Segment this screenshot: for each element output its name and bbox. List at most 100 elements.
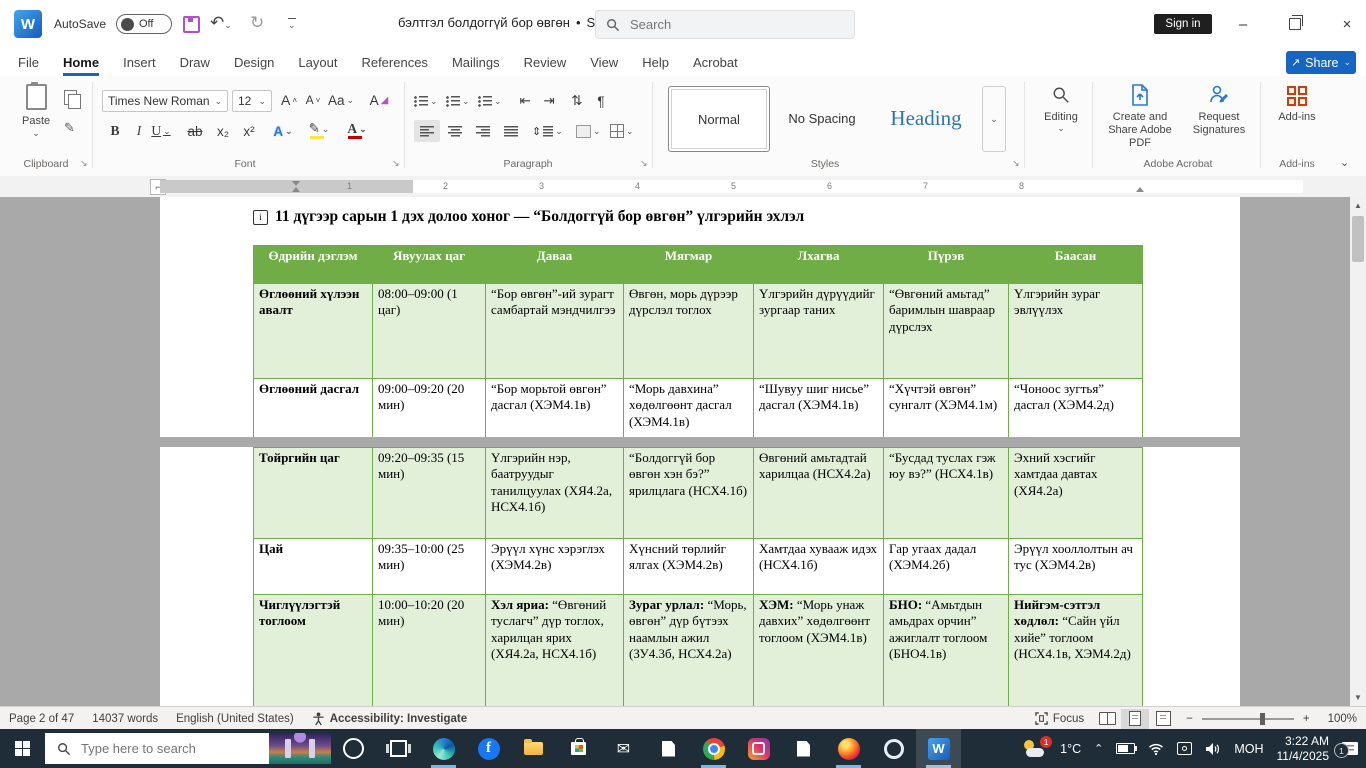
column-header[interactable]: Мягмар	[623, 245, 754, 284]
table-cell[interactable]: 08:00–09:00 (1 цаг)	[372, 283, 486, 379]
table-cell[interactable]: Эрүүл хооллолтын ач тус (ХЭМ4.2в)	[1008, 538, 1143, 595]
tray-expand-icon[interactable]: ⌃	[1094, 742, 1103, 755]
tab-file[interactable]: File	[18, 48, 39, 76]
document-heading[interactable]: i 11 дүгээр сарын 1 дэх долоо хоног — “Б…	[253, 208, 804, 226]
table-cell[interactable]: “Бусдад туслах гэж юу вэ?” (НСХ4.1в)	[883, 447, 1009, 539]
multilevel-list-button[interactable]: ⌄	[478, 90, 502, 112]
superscript-button[interactable]: x²	[238, 120, 260, 142]
word-count[interactable]: 14037 words	[83, 707, 167, 730]
temperature-label[interactable]: 1°C	[1060, 742, 1081, 756]
table-cell[interactable]: 09:20–09:35 (15 мин)	[372, 447, 486, 539]
table-cell[interactable]: Өглөөний дасгал	[253, 378, 373, 437]
font-family-select[interactable]: Times New Roman ⌄	[102, 90, 228, 112]
request-signatures-button[interactable]: Request Signatures	[1182, 84, 1256, 137]
language-indicator[interactable]: English (United States)	[167, 707, 303, 730]
table-cell[interactable]: 09:35–10:00 (25 мин)	[372, 538, 486, 595]
text-effects-button[interactable]: A ⌄	[272, 120, 294, 142]
sort-button[interactable]: ⇅	[566, 90, 588, 112]
font-dialog-launcher-icon[interactable]: ↘	[392, 158, 400, 169]
format-painter-button[interactable]: ✎	[64, 120, 75, 136]
search-input[interactable]	[628, 16, 832, 33]
first-line-indent-marker[interactable]	[292, 181, 300, 186]
search-bar[interactable]	[595, 10, 855, 39]
read-mode-button[interactable]	[1093, 709, 1121, 729]
tab-insert[interactable]: Insert	[123, 48, 156, 76]
clipboard-dialog-launcher-icon[interactable]: ↘	[80, 158, 88, 169]
increase-indent-button[interactable]: ⇥	[538, 90, 560, 112]
taskbar-mail[interactable]: ✉	[601, 729, 646, 768]
italic-button[interactable]: I	[128, 120, 150, 142]
scroll-up-icon[interactable]: ▲	[1354, 201, 1362, 210]
schedule-table-part1[interactable]: Өдрийн дэглэм Явуулах цаг Даваа Мягмар Л…	[253, 245, 1143, 437]
table-cell[interactable]: “Шувуу шиг нисье” дасгал (ХЭМ4.1в)	[753, 378, 884, 437]
bullets-button[interactable]: ⌄	[414, 90, 438, 112]
taskbar-chrome[interactable]	[691, 729, 736, 768]
table-cell[interactable]: Тойргийн цаг	[253, 447, 373, 539]
taskbar-document[interactable]	[646, 729, 691, 768]
taskbar-clock[interactable]: 3:22 AM 11/4/2025	[1277, 734, 1330, 764]
hanging-indent-marker[interactable]	[292, 187, 300, 192]
scroll-down-icon[interactable]: ▼	[1354, 693, 1362, 702]
styles-dialog-launcher-icon[interactable]: ↘	[1012, 158, 1020, 169]
quick-access-overflow-icon[interactable]: ⌄	[288, 18, 296, 31]
table-cell[interactable]: Эхний хэсгийг хамтдаа давтах (ХЯ4.2а)	[1008, 447, 1143, 539]
clear-formatting-button[interactable]: A ◢	[368, 89, 390, 111]
vertical-scrollbar[interactable]: ▲ ▼	[1350, 197, 1366, 706]
table-cell[interactable]: Өвгөн, морь дүрээр дүрслэл тоглох	[623, 283, 754, 379]
table-cell[interactable]: 09:00–09:20 (20 мин)	[372, 378, 486, 437]
horizontal-ruler[interactable]: ⌐ 1 2 3 4 5 6 7 8	[0, 176, 1366, 198]
minimize-button[interactable]: –	[1228, 12, 1258, 36]
show-formatting-button[interactable]: ¶	[590, 90, 612, 112]
table-cell[interactable]: Цай	[253, 538, 373, 595]
column-header[interactable]: Пүрэв	[883, 245, 1009, 284]
battery-icon[interactable]	[1116, 743, 1138, 754]
style-heading[interactable]: Heading	[876, 86, 976, 150]
autosave-toggle[interactable]: Off	[116, 14, 172, 34]
wifi-icon[interactable]	[1148, 743, 1164, 755]
numbering-button[interactable]: ⌄	[446, 90, 470, 112]
zoom-out-button[interactable]: −	[1177, 707, 1202, 730]
taskbar-word-active[interactable]: W	[916, 729, 961, 768]
table-cell[interactable]: “Хүчтэй өвгөн” сунгалт (ХЭМ4.1м)	[883, 378, 1009, 437]
strikethrough-button[interactable]: ab	[184, 120, 206, 142]
tray-device-icon[interactable]	[1177, 742, 1193, 755]
grow-font-button[interactable]: A ˄	[278, 89, 300, 111]
align-left-button[interactable]	[414, 120, 440, 142]
page-2[interactable]: Тойргийн цаг 09:20–09:35 (15 мин) Үлгэри…	[160, 447, 1240, 706]
justify-button[interactable]	[500, 120, 522, 142]
tab-draw[interactable]: Draw	[180, 48, 210, 76]
start-button[interactable]	[0, 729, 45, 768]
column-header[interactable]: Даваа	[485, 245, 624, 284]
table-cell[interactable]: Хэл яриа: “Өвгөний туслагч” дүр тоглох, …	[485, 594, 624, 706]
taskbar-file-explorer[interactable]	[511, 729, 556, 768]
restore-button[interactable]	[1280, 12, 1310, 36]
tab-references[interactable]: References	[361, 48, 427, 76]
tab-help[interactable]: Help	[642, 48, 669, 76]
schedule-table-part2[interactable]: Тойргийн цаг 09:20–09:35 (15 мин) Үлгэри…	[253, 447, 1143, 706]
table-cell[interactable]: БНО: “Амьтдын амьдрах орчин” ажиглалт то…	[883, 594, 1009, 706]
tab-design[interactable]: Design	[234, 48, 274, 76]
redo-icon[interactable]: ↻	[250, 13, 264, 33]
tab-mailings[interactable]: Mailings	[452, 48, 500, 76]
scrollbar-thumb[interactable]	[1352, 216, 1364, 262]
change-case-button[interactable]: Aa ⌄	[328, 89, 354, 111]
add-ins-button[interactable]: Add-ins	[1268, 86, 1326, 123]
taskbar-opera[interactable]	[871, 729, 916, 768]
taskbar-edge[interactable]	[421, 729, 466, 768]
table-cell[interactable]: “Бор морьтой өвгөн” дасгал (ХЭМ4.1в)	[485, 378, 624, 437]
styles-gallery-more-button[interactable]: ⌄	[982, 86, 1006, 152]
table-cell[interactable]: Гар угаах дадал (ХЭМ4.2б)	[883, 538, 1009, 595]
table-cell[interactable]: Эрүүл хүнс хэрэглэх (ХЭМ4.2в)	[485, 538, 624, 595]
accessibility-status[interactable]: Accessibility: Investigate	[303, 707, 476, 730]
cortana-button[interactable]	[331, 729, 376, 768]
focus-mode-button[interactable]: Focus	[1026, 707, 1093, 730]
style-normal[interactable]: Normal	[668, 86, 770, 152]
search-highlight-image[interactable]	[269, 733, 331, 764]
weather-icon[interactable]: 1	[1023, 736, 1053, 757]
zoom-slider[interactable]	[1201, 712, 1294, 725]
tab-view[interactable]: View	[590, 48, 618, 76]
right-indent-marker[interactable]	[1136, 187, 1144, 192]
tab-acrobat[interactable]: Acrobat	[693, 48, 738, 76]
create-adobe-pdf-button[interactable]: Create and Share Adobe PDF	[1100, 84, 1180, 151]
taskbar-firefox[interactable]	[826, 729, 871, 768]
